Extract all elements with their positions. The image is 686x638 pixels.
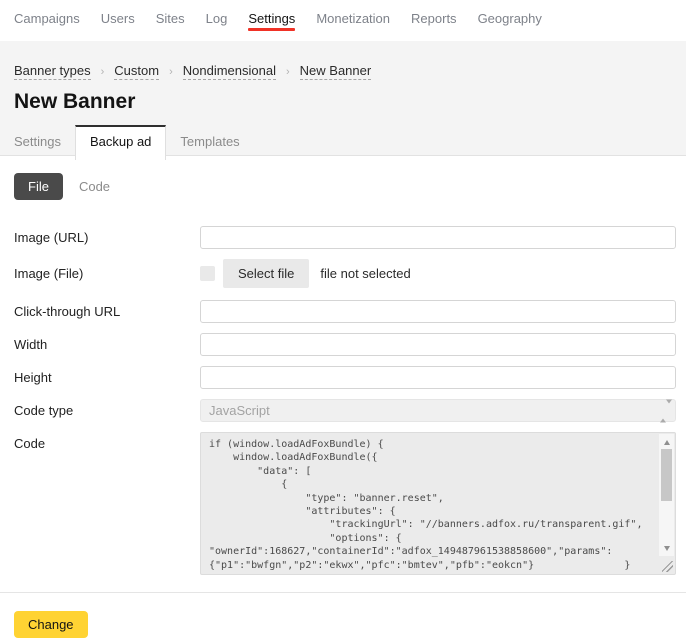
scroll-up-icon[interactable] — [659, 436, 674, 448]
backup-ad-form: Image (URL) Image (File) Select file fil… — [14, 226, 676, 575]
code-scrollbar[interactable] — [659, 434, 674, 556]
height-row: Height — [14, 366, 676, 389]
height-input[interactable] — [200, 366, 676, 389]
image-url-input[interactable] — [200, 226, 676, 249]
width-row: Width — [14, 333, 676, 356]
breadcrumb-new-banner[interactable]: New Banner — [300, 63, 372, 80]
click-through-url-row: Click-through URL — [14, 300, 676, 323]
code-type-select[interactable]: JavaScript — [200, 399, 676, 422]
breadcrumb-separator: › — [169, 66, 173, 78]
width-label: Width — [14, 337, 200, 352]
nav-item-sites[interactable]: Sites — [156, 11, 185, 38]
image-url-label: Image (URL) — [14, 230, 200, 245]
tab-bar: Settings Backup ad Templates — [14, 125, 672, 159]
breadcrumb-separator: › — [101, 66, 105, 78]
code-row: Code if (window.loadAdFoxBundle) { windo… — [14, 432, 676, 575]
height-label: Height — [14, 370, 200, 385]
backup-ad-panel: File Code Image (URL) Image (File) Selec… — [0, 156, 686, 575]
breadcrumb-nondimensional[interactable]: Nondimensional — [183, 63, 276, 80]
click-through-url-input[interactable] — [200, 300, 676, 323]
top-nav: Campaigns Users Sites Log Settings Monet… — [0, 0, 686, 41]
nav-item-campaigns[interactable]: Campaigns — [14, 11, 80, 38]
code-type-value: JavaScript — [209, 403, 270, 418]
page-header: Banner types › Custom › Nondimensional ›… — [0, 41, 686, 156]
breadcrumb: Banner types › Custom › Nondimensional ›… — [14, 63, 672, 80]
tab-backup-ad[interactable]: Backup ad — [75, 125, 166, 160]
width-input[interactable] — [200, 333, 676, 356]
breadcrumb-custom[interactable]: Custom — [114, 63, 159, 80]
file-status-text: file not selected — [320, 266, 410, 281]
nav-item-users[interactable]: Users — [101, 11, 135, 38]
select-file-button[interactable]: Select file — [223, 259, 309, 288]
code-label: Code — [14, 432, 200, 451]
code-textarea[interactable]: if (window.loadAdFoxBundle) { window.loa… — [201, 433, 675, 574]
scrollbar-thumb[interactable] — [661, 449, 672, 501]
scroll-down-icon[interactable] — [659, 542, 674, 554]
nav-item-monetization[interactable]: Monetization — [316, 11, 390, 38]
code-type-label: Code type — [14, 403, 200, 418]
image-file-checkbox[interactable] — [200, 266, 215, 281]
source-mode-toggle: File Code — [14, 173, 676, 200]
change-button[interactable]: Change — [14, 611, 88, 638]
file-mode-button[interactable]: File — [14, 173, 63, 200]
click-through-url-label: Click-through URL — [14, 304, 200, 319]
code-type-row: Code type JavaScript — [14, 399, 676, 422]
nav-item-log[interactable]: Log — [206, 11, 228, 38]
nav-item-settings[interactable]: Settings — [248, 11, 295, 38]
image-file-row: Image (File) Select file file not select… — [14, 259, 676, 288]
breadcrumb-banner-types[interactable]: Banner types — [14, 63, 91, 80]
image-url-row: Image (URL) — [14, 226, 676, 249]
breadcrumb-separator: › — [286, 66, 290, 78]
code-editor: if (window.loadAdFoxBundle) { window.loa… — [200, 432, 676, 575]
nav-item-reports[interactable]: Reports — [411, 11, 457, 38]
code-mode-button[interactable]: Code — [63, 173, 126, 200]
resize-grip-icon[interactable] — [662, 561, 673, 572]
form-footer: Change — [0, 592, 686, 638]
tab-settings[interactable]: Settings — [14, 126, 75, 159]
nav-item-geography[interactable]: Geography — [478, 11, 542, 38]
image-file-label: Image (File) — [14, 266, 200, 281]
tab-templates[interactable]: Templates — [166, 126, 253, 159]
select-spinner-icon — [660, 403, 667, 418]
page-title: New Banner — [14, 90, 672, 114]
